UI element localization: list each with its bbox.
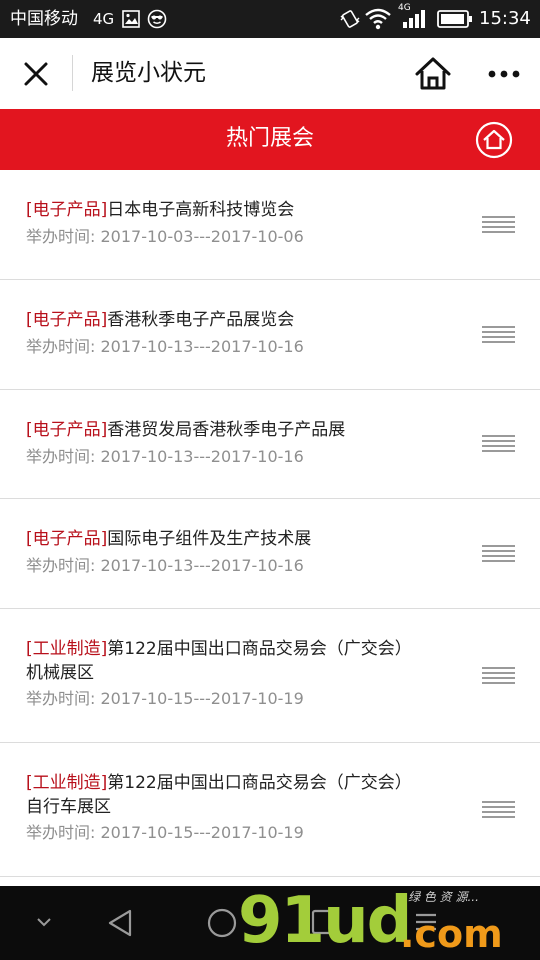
signal-icon (403, 10, 427, 32)
date-label: 举办时间: (26, 227, 96, 246)
item-date: 举办时间: 2017-10-15---2017-10-19 (26, 688, 304, 710)
date-label: 举办时间: (26, 689, 96, 708)
menu-icon[interactable] (482, 545, 515, 563)
page-title: 展览小状元 (91, 60, 206, 86)
gallery-icon (122, 10, 140, 32)
date-range: 2017-10-03---2017-10-06 (100, 227, 304, 246)
item-date: 举办时间: 2017-10-13---2017-10-16 (26, 446, 304, 468)
date-label: 举办时间: (26, 556, 96, 575)
home-circle-icon[interactable] (474, 120, 514, 160)
menu-icon[interactable] (482, 667, 515, 685)
item-title: [工业制造]第122届中国出口商品交易会（广交会） 机械展区 (26, 637, 456, 685)
home-circle-icon[interactable] (206, 907, 238, 943)
list-item[interactable]: [电子产品]香港贸发局香港秋季电子产品展 举办时间: 2017-10-13---… (0, 390, 540, 499)
page-header: 热门展会 (0, 109, 540, 170)
battery-icon (437, 10, 473, 32)
list-item[interactable]: [工业制造]第122届中国出口商品交易会（广交会） 自行车展区 举办时间: 201… (0, 743, 540, 877)
close-icon[interactable] (16, 54, 56, 94)
exhibition-name-line2: 自行车展区 (26, 797, 111, 817)
exhibition-name: 香港贸发局香港秋季电子产品展 (107, 420, 346, 440)
item-date: 举办时间: 2017-10-15---2017-10-19 (26, 822, 304, 844)
date-range: 2017-10-15---2017-10-19 (100, 689, 304, 708)
item-title: [电子产品]国际电子组件及生产技术展 (26, 527, 456, 551)
exhibition-list: [电子产品]日本电子高新科技博览会 举办时间: 2017-10-03---201… (0, 170, 540, 877)
menu-icon[interactable] (482, 216, 515, 234)
item-date: 举办时间: 2017-10-13---2017-10-16 (26, 555, 304, 577)
face-icon (147, 9, 167, 33)
category-tag: [电子产品] (26, 310, 108, 330)
category-tag: [电子产品] (26, 529, 108, 549)
network-label: 4G (93, 10, 115, 28)
status-bar: 中国移动 4G 4G 15:34 (0, 0, 540, 38)
item-date: 举办时间: 2017-10-13---2017-10-16 (26, 336, 304, 358)
exhibition-name: 国际电子组件及生产技术展 (107, 529, 312, 549)
list-item[interactable]: [电子产品]日本电子高新科技博览会 举办时间: 2017-10-03---201… (0, 170, 540, 280)
list-item[interactable]: [电子产品]香港秋季电子产品展览会 举办时间: 2017-10-13---201… (0, 280, 540, 390)
header-title: 热门展会 (225, 126, 314, 151)
exhibition-name: 第122届中国出口商品交易会（广交会） (107, 773, 412, 793)
date-label: 举办时间: (26, 823, 96, 842)
category-tag: [工业制造] (26, 773, 108, 793)
category-tag: [工业制造] (26, 639, 108, 659)
list-item[interactable]: [电子产品]国际电子组件及生产技术展 举办时间: 2017-10-13---20… (0, 499, 540, 609)
list-item[interactable]: [工业制造]第122届中国出口商品交易会（广交会） 机械展区 举办时间: 2017… (0, 609, 540, 743)
date-range: 2017-10-15---2017-10-19 (100, 823, 304, 842)
category-tag: [电子产品] (26, 420, 108, 440)
date-label: 举办时间: (26, 447, 96, 466)
android-nav-bar (0, 886, 540, 960)
wifi-icon (364, 8, 392, 34)
date-range: 2017-10-13---2017-10-16 (100, 447, 304, 466)
exhibition-name: 香港秋季电子产品展览会 (107, 310, 295, 330)
item-title: [电子产品]香港贸发局香港秋季电子产品展 (26, 418, 456, 442)
menu-icon[interactable] (482, 326, 515, 344)
carrier-label: 中国移动 (10, 9, 78, 29)
vibrate-icon (339, 8, 361, 34)
nav-divider (72, 55, 73, 91)
home-icon[interactable] (412, 53, 454, 95)
menu-icon[interactable] (414, 910, 438, 938)
more-icon[interactable] (482, 56, 528, 92)
category-tag: [电子产品] (26, 200, 108, 220)
exhibition-name: 第122届中国出口商品交易会（广交会） (107, 639, 412, 659)
item-date: 举办时间: 2017-10-03---2017-10-06 (26, 226, 304, 248)
menu-icon[interactable] (482, 435, 515, 453)
date-range: 2017-10-13---2017-10-16 (100, 337, 304, 356)
exhibition-name: 日本电子高新科技博览会 (107, 200, 295, 220)
nav-bar: 展览小状元 (0, 38, 540, 109)
chevron-down-icon[interactable] (34, 912, 54, 936)
item-title: [工业制造]第122届中国出口商品交易会（广交会） 自行车展区 (26, 771, 456, 819)
exhibition-name-line2: 机械展区 (26, 663, 94, 683)
item-title: [电子产品]香港秋季电子产品展览会 (26, 308, 456, 332)
clock: 15:34 (479, 8, 531, 29)
date-range: 2017-10-13---2017-10-16 (100, 556, 304, 575)
recents-icon[interactable] (310, 908, 338, 940)
menu-icon[interactable] (482, 801, 515, 819)
date-label: 举办时间: (26, 337, 96, 356)
back-icon[interactable] (106, 908, 134, 942)
item-title: [电子产品]日本电子高新科技博览会 (26, 198, 456, 222)
